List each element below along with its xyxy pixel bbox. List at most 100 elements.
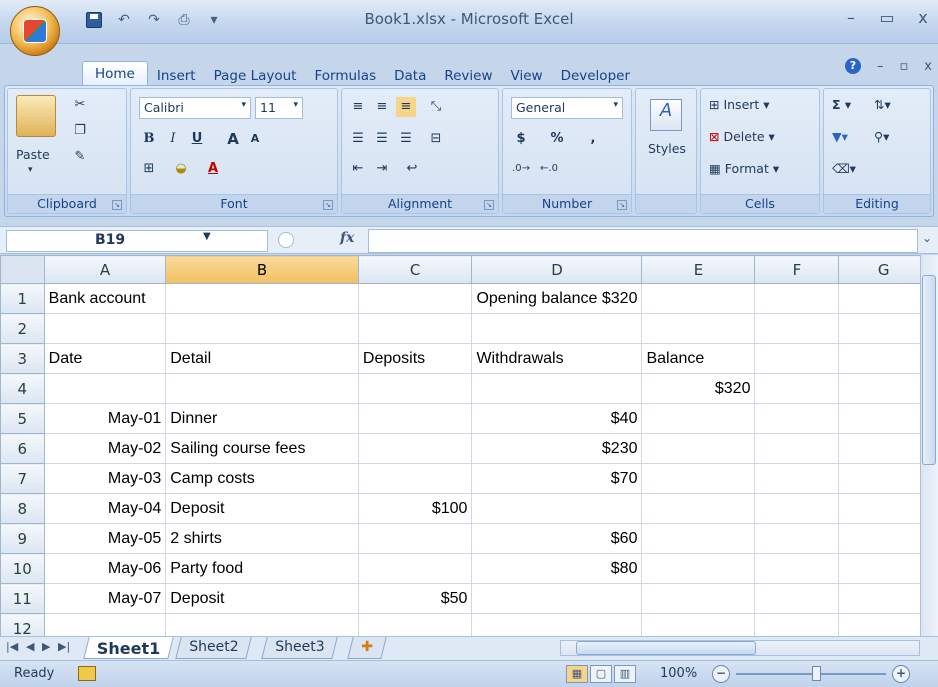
insert-cells-button[interactable]: ⊞ Insert ▾ [709, 97, 770, 112]
currency-button[interactable]: $ [511, 129, 531, 149]
align-center-icon[interactable]: ☰ [372, 129, 392, 149]
cell-e5[interactable] [641, 403, 756, 434]
cut-icon[interactable]: ✂ [70, 95, 90, 115]
zoom-in-icon[interactable]: + [892, 665, 910, 683]
cell-g2[interactable] [838, 313, 929, 344]
cell-b7[interactable]: Camp costs [165, 463, 359, 494]
page-layout-view-icon[interactable]: ▢ [590, 665, 612, 683]
orientation-icon[interactable]: ⤡ [426, 97, 446, 117]
row-header[interactable]: 3 [0, 343, 45, 374]
cell-e12[interactable] [641, 613, 756, 636]
number-format-select[interactable]: General ▾ [511, 97, 623, 119]
cell-b9[interactable]: 2 shirts [165, 523, 359, 554]
cell-f11[interactable] [754, 583, 840, 614]
tab-formulas[interactable]: Formulas [305, 65, 385, 87]
zoom-slider[interactable] [736, 673, 886, 675]
cell-e3[interactable]: Balance [641, 343, 756, 374]
cell-d11[interactable] [471, 583, 643, 614]
clear-icon[interactable]: ⌫▾ [832, 161, 856, 176]
ribbon-close-icon[interactable]: x [924, 59, 932, 74]
number-launcher-icon[interactable]: ↘ [617, 200, 627, 210]
cell-e4[interactable]: $320 [641, 373, 756, 404]
delete-cells-button[interactable]: ⊠ Delete ▾ [709, 129, 775, 144]
font-color-button[interactable]: A [203, 159, 223, 179]
cell-f10[interactable] [754, 553, 840, 584]
cell-g9[interactable] [838, 523, 929, 554]
comma-button[interactable]: , [583, 129, 603, 149]
column-header-b[interactable]: B [165, 255, 359, 284]
tab-data[interactable]: Data [385, 65, 435, 87]
cell-c6[interactable] [357, 433, 473, 464]
minimize-icon[interactable]: – [840, 8, 862, 27]
cell-d1[interactable]: Opening balance $320 [471, 283, 643, 314]
row-header[interactable]: 6 [0, 433, 45, 464]
cell-a12[interactable] [43, 613, 167, 636]
cell-b4[interactable] [165, 373, 359, 404]
font-launcher-icon[interactable]: ↘ [323, 200, 333, 210]
zoom-level[interactable]: 100% [660, 666, 697, 681]
cell-a10[interactable]: May-06 [43, 553, 167, 584]
office-button[interactable] [10, 6, 60, 56]
cell-g3[interactable] [838, 343, 929, 374]
formula-input[interactable] [368, 229, 918, 253]
fill-color-icon[interactable]: ◒ [171, 159, 191, 179]
cell-g10[interactable] [838, 553, 929, 584]
increase-decimal-icon[interactable]: .0→ [511, 159, 531, 179]
cell-b12[interactable] [165, 613, 359, 636]
align-right-icon[interactable]: ☰ [396, 129, 416, 149]
increase-indent-icon[interactable]: ⇥ [372, 159, 392, 179]
cell-b5[interactable]: Dinner [165, 403, 359, 434]
cell-b3[interactable]: Detail [165, 343, 359, 374]
cell-b1[interactable] [165, 283, 359, 314]
clipboard-launcher-icon[interactable]: ↘ [112, 200, 122, 210]
borders-icon[interactable]: ⊞ [139, 159, 159, 179]
paste-button[interactable]: Paste [16, 147, 50, 162]
cell-d10[interactable]: $80 [471, 553, 643, 584]
insert-function-button[interactable]: fx [340, 230, 354, 246]
cell-f5[interactable] [754, 403, 840, 434]
horizontal-scroll-thumb[interactable] [576, 641, 756, 655]
cell-c4[interactable] [357, 373, 473, 404]
column-header-d[interactable]: D [471, 255, 643, 284]
cell-f6[interactable] [754, 433, 840, 464]
tab-view[interactable]: View [502, 65, 552, 87]
macro-record-icon[interactable] [78, 666, 96, 681]
cell-a4[interactable] [43, 373, 167, 404]
row-header[interactable]: 5 [0, 403, 45, 434]
select-all-corner[interactable] [0, 255, 45, 284]
cell-b8[interactable]: Deposit [165, 493, 359, 524]
cell-g11[interactable] [838, 583, 929, 614]
wrap-text-icon[interactable]: ↩ [402, 159, 422, 179]
cell-d5[interactable]: $40 [471, 403, 643, 434]
vertical-scroll-thumb[interactable] [922, 275, 936, 465]
cell-d4[interactable] [471, 373, 643, 404]
cell-c10[interactable] [357, 553, 473, 584]
copy-icon[interactable]: ❐ [70, 121, 90, 141]
cell-c8[interactable]: $100 [357, 493, 473, 524]
styles-icon[interactable]: A [650, 99, 682, 131]
cell-a11[interactable]: May-07 [43, 583, 167, 614]
cell-c1[interactable] [357, 283, 473, 314]
next-sheet-icon[interactable]: ▶ [42, 640, 50, 653]
row-header[interactable]: 10 [0, 553, 45, 584]
sheet-tab-sheet3[interactable]: Sheet3 [261, 637, 339, 659]
decrease-decimal-icon[interactable]: ←.0 [539, 159, 559, 179]
row-header[interactable]: 9 [0, 523, 45, 554]
row-header[interactable]: 4 [0, 373, 45, 404]
cell-c2[interactable] [357, 313, 473, 344]
cell-f8[interactable] [754, 493, 840, 524]
close-icon[interactable]: x [912, 8, 934, 27]
row-header[interactable]: 12 [0, 613, 45, 636]
cell-a7[interactable]: May-03 [43, 463, 167, 494]
merge-center-icon[interactable]: ⊟ [426, 129, 446, 149]
cell-a3[interactable]: Date [43, 343, 167, 374]
align-bottom-icon[interactable]: ≡ [396, 97, 416, 117]
decrease-indent-icon[interactable]: ⇤ [348, 159, 368, 179]
sort-filter-icon[interactable]: ⇅▾ [874, 97, 891, 112]
ribbon-minimize-icon[interactable]: – [877, 59, 884, 74]
cell-d12[interactable] [471, 613, 643, 636]
align-left-icon[interactable]: ☰ [348, 129, 368, 149]
underline-button[interactable]: U [187, 129, 207, 149]
maximize-icon[interactable]: ▭ [876, 8, 898, 27]
cell-d3[interactable]: Withdrawals [471, 343, 643, 374]
